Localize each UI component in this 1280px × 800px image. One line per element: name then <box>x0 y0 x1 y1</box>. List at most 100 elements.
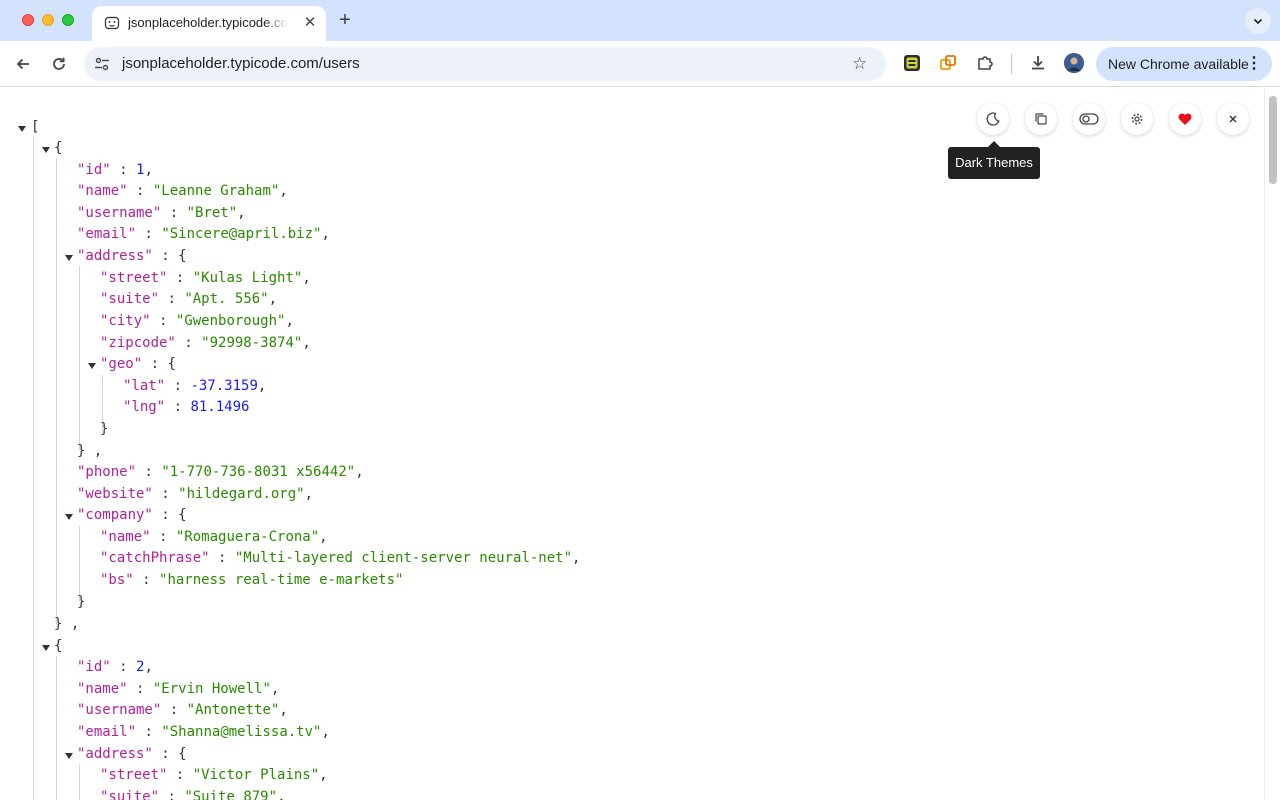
plus-icon[interactable]: + <box>335 10 355 30</box>
jsonplaceholder-favicon-icon <box>104 16 120 30</box>
json-line: "city" : "Gwenborough", <box>100 313 294 329</box>
json-line: "username" : "Bret", <box>77 205 246 221</box>
indent-guide <box>56 656 57 800</box>
json-key: "email" <box>77 724 137 740</box>
json-line: "bs" : "harness real-time e-markets" <box>100 572 404 588</box>
moon-icon <box>986 112 1000 126</box>
indent-guide <box>79 764 80 800</box>
vertical-scrollbar[interactable] <box>1264 88 1280 800</box>
window-minimize-button[interactable] <box>42 14 54 26</box>
collapse-toggle[interactable] <box>88 363 96 369</box>
tooltip: Dark Themes <box>948 147 1040 179</box>
toggle-icon <box>1079 113 1099 125</box>
settings-button[interactable] <box>1121 103 1153 135</box>
toolbar-divider <box>1011 54 1012 74</box>
tune-icon[interactable] <box>94 56 110 72</box>
json-key: "catchPhrase" <box>100 550 210 566</box>
tab-strip: jsonplaceholder.typicode.com ✕ + <box>0 0 1280 41</box>
indent-guide <box>79 266 80 450</box>
star-icon[interactable]: ☆ <box>852 55 870 73</box>
arrow-left-icon[interactable] <box>11 52 35 76</box>
dark-themes-button[interactable] <box>977 103 1009 135</box>
toggle-view-button[interactable] <box>1073 103 1105 135</box>
collapse-toggle[interactable] <box>42 147 50 153</box>
indent-guide <box>33 136 34 800</box>
tab-title: jsonplaceholder.typicode.com <box>128 15 288 30</box>
json-line: "street" : "Kulas Light", <box>100 270 311 286</box>
json-value: "Antonette" <box>186 702 280 718</box>
json-key: "bs" <box>100 572 134 588</box>
active-tab[interactable]: jsonplaceholder.typicode.com ✕ <box>92 6 326 41</box>
close-icon[interactable]: ✕ <box>302 15 318 31</box>
json-line: } , <box>54 616 80 632</box>
json-line: "name" : "Romaguera-Crona", <box>100 529 328 545</box>
collapse-toggle[interactable] <box>65 753 73 759</box>
json-value: "Shanna@melissa.tv" <box>161 724 322 740</box>
json-line: "id" : 2, <box>77 659 153 675</box>
json-line: "name" : "Ervin Howell", <box>77 681 280 697</box>
json-key: "geo" <box>100 356 143 372</box>
more-vert-icon[interactable]: ⋮ <box>1246 54 1262 74</box>
json-value: "Suite 879" <box>184 789 278 800</box>
json-line: "address" : { <box>77 248 187 264</box>
json-line: { <box>54 638 63 654</box>
collapse-toggle[interactable] <box>65 514 73 520</box>
json-value: "Ervin Howell" <box>152 681 271 697</box>
copy-icon <box>1035 113 1047 125</box>
avatar[interactable] <box>1064 53 1084 73</box>
collapse-toggle[interactable] <box>65 255 73 261</box>
json-line: "suite" : "Apt. 556", <box>100 291 278 307</box>
json-line: } <box>77 594 86 610</box>
json-key: "suite" <box>100 291 160 307</box>
json-line: } <box>100 421 109 437</box>
json-value: "92998-3874" <box>201 335 303 351</box>
chevron-down-icon[interactable] <box>1245 8 1271 34</box>
json-value: "Leanne Graham" <box>152 183 280 199</box>
address-bar[interactable]: jsonplaceholder.typicode.com/users ☆ <box>84 47 886 81</box>
extension-copy-icon[interactable] <box>938 53 958 73</box>
json-value: "Kulas Light" <box>192 270 303 286</box>
json-key: "phone" <box>77 464 137 480</box>
copy-button[interactable] <box>1025 103 1057 135</box>
close-icon <box>1229 115 1237 123</box>
update-label: New Chrome available <box>1108 56 1249 72</box>
json-line: "lng" : 81.1496 <box>123 399 250 415</box>
json-key: "id" <box>77 162 111 178</box>
gear-icon <box>1131 113 1143 125</box>
page-content: [ { "id" : 1, "name" : "Leanne Graham", … <box>0 88 1264 800</box>
extension-app-icon[interactable] <box>902 53 922 73</box>
json-key: "name" <box>77 183 128 199</box>
window-close-button[interactable] <box>22 14 34 26</box>
json-line: "address" : { <box>77 746 187 762</box>
json-key: "street" <box>100 767 168 783</box>
window-zoom-button[interactable] <box>62 14 74 26</box>
close-viewer-button[interactable] <box>1217 103 1249 135</box>
json-value: "1-770-736-8031 x56442" <box>161 464 356 480</box>
json-key: "lat" <box>123 378 166 394</box>
json-line: "id" : 1, <box>77 162 153 178</box>
json-value: -37.3159 <box>190 378 258 394</box>
json-line: } , <box>77 443 103 459</box>
json-value: "Gwenborough" <box>175 313 286 329</box>
json-key: "street" <box>100 270 168 286</box>
json-key: "website" <box>77 486 153 502</box>
json-key: "city" <box>100 313 151 329</box>
scrollbar-thumb[interactable] <box>1269 96 1277 184</box>
json-line: "phone" : "1-770-736-8031 x56442", <box>77 464 364 480</box>
favorite-button[interactable] <box>1169 103 1201 135</box>
heart-icon <box>1178 113 1192 125</box>
json-key: "lng" <box>123 399 166 415</box>
json-value: "hildegard.org" <box>178 486 305 502</box>
json-value: 81.1496 <box>190 399 250 415</box>
json-value: "Romaguera-Crona" <box>175 529 320 545</box>
json-line: "zipcode" : "92998-3874", <box>100 335 311 351</box>
indent-guide <box>79 526 80 601</box>
json-value: "Bret" <box>186 205 238 221</box>
url-text[interactable]: jsonplaceholder.typicode.com/users <box>122 55 360 72</box>
puzzle-icon[interactable] <box>975 53 995 73</box>
collapse-toggle[interactable] <box>18 126 26 132</box>
chrome-update-button[interactable]: New Chrome available ⋮ <box>1096 47 1272 81</box>
collapse-toggle[interactable] <box>42 645 50 651</box>
reload-icon[interactable] <box>47 52 71 76</box>
download-icon[interactable] <box>1028 53 1048 73</box>
